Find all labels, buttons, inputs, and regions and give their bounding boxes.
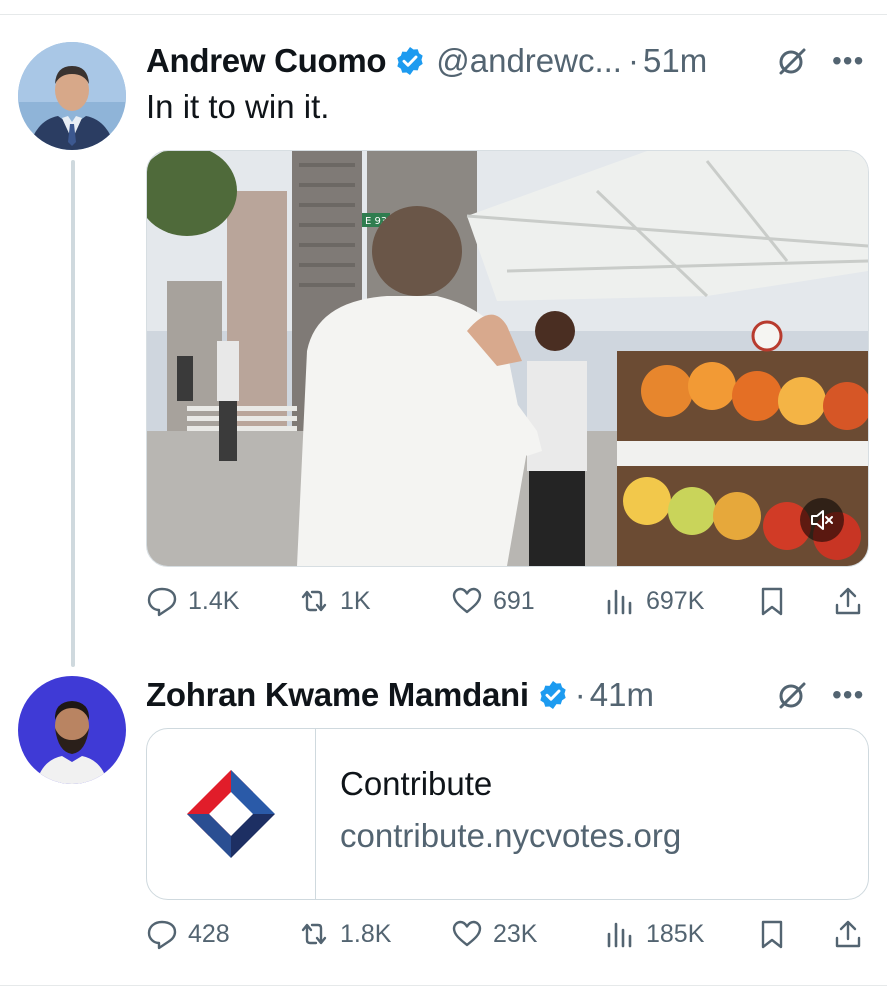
tweet2-actions: 428 1.8K 23K 185K xyxy=(146,918,867,958)
share-icon xyxy=(835,587,861,615)
separator-dot: · xyxy=(627,42,639,79)
like-button[interactable]: 23K xyxy=(451,918,537,950)
card-title: Contribute xyxy=(340,765,493,802)
views-button[interactable]: 697K xyxy=(604,585,704,617)
separator-dot: · xyxy=(574,676,586,713)
like-count: 23K xyxy=(493,919,538,948)
avatar-mamdani[interactable] xyxy=(18,676,126,784)
timestamp[interactable]: 51m xyxy=(643,42,707,80)
link-card[interactable]: Contribute contribute.nycvotes.org xyxy=(146,728,869,900)
mute-toggle[interactable] xyxy=(800,498,844,542)
author-handle[interactable]: @andrewc... xyxy=(436,42,622,80)
timestamp[interactable]: 41m xyxy=(590,676,654,714)
tweet-video[interactable]: E 93 xyxy=(146,150,869,567)
reply-count: 428 xyxy=(188,919,230,948)
like-count: 691 xyxy=(493,586,535,615)
views-button[interactable]: 185K xyxy=(604,918,704,950)
share-button[interactable] xyxy=(832,585,864,617)
muted-speaker-icon xyxy=(811,510,833,530)
reply-button[interactable]: 428 xyxy=(146,918,230,950)
tweet1-actions: 1.4K 1K 691 697K xyxy=(146,585,867,625)
share-button[interactable] xyxy=(832,918,864,950)
thread-connector xyxy=(71,160,75,667)
like-button[interactable]: 691 xyxy=(451,585,535,617)
reply-icon xyxy=(147,920,177,950)
view-count: 697K xyxy=(646,586,705,615)
bookmark-icon xyxy=(761,920,783,949)
video-frame: E 93 xyxy=(147,151,868,566)
card-domain: contribute.nycvotes.org xyxy=(340,817,682,854)
tweet2-header-actions: ••• xyxy=(776,679,864,711)
share-icon xyxy=(835,920,861,948)
more-options-icon[interactable]: ••• xyxy=(832,47,864,75)
reply-count: 1.4K xyxy=(188,586,240,615)
views-chart-icon xyxy=(607,589,632,615)
grok-icon[interactable] xyxy=(776,45,808,77)
repost-icon xyxy=(301,923,327,945)
reply-icon xyxy=(147,587,177,617)
grok-icon[interactable] xyxy=(776,679,808,711)
tweet2-header: Zohran Kwame Mamdani · 41m xyxy=(146,676,654,714)
author-name[interactable]: Zohran Kwame Mamdani xyxy=(146,676,529,714)
reply-button[interactable]: 1.4K xyxy=(146,585,239,617)
card-thumbnail xyxy=(147,729,316,899)
bookmark-button[interactable] xyxy=(756,585,788,617)
like-heart-icon xyxy=(452,587,482,614)
tweet1-header: Andrew Cuomo @andrewc... · 51m xyxy=(146,42,707,80)
author-name[interactable]: Andrew Cuomo xyxy=(146,42,387,80)
nycvotes-logo-icon xyxy=(187,770,275,858)
like-heart-icon xyxy=(452,920,482,947)
tweet1-header-actions: ••• xyxy=(776,45,864,77)
verified-badge-icon xyxy=(397,47,423,75)
repost-icon xyxy=(301,590,327,612)
bookmark-button[interactable] xyxy=(756,918,788,950)
more-options-icon[interactable]: ••• xyxy=(832,681,864,709)
avatar-cuomo[interactable] xyxy=(18,42,126,150)
repost-button[interactable]: 1K xyxy=(298,585,371,617)
top-divider xyxy=(0,14,887,15)
repost-count: 1K xyxy=(340,586,371,615)
bookmark-icon xyxy=(761,587,783,616)
views-chart-icon xyxy=(607,922,632,948)
bottom-divider xyxy=(0,985,887,986)
repost-button[interactable]: 1.8K xyxy=(298,918,391,950)
tweet-text: In it to win it. xyxy=(146,88,330,125)
view-count: 185K xyxy=(646,919,705,948)
verified-badge-icon xyxy=(540,681,566,709)
repost-count: 1.8K xyxy=(340,919,392,948)
